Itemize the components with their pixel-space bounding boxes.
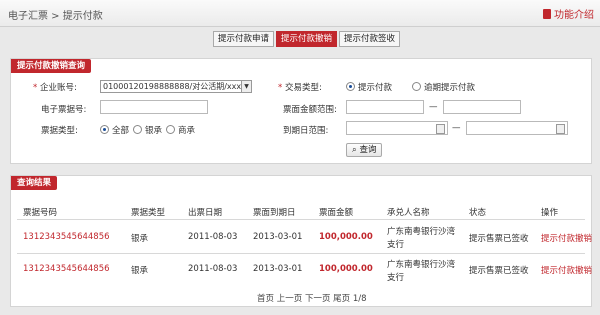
radio-checked-icon bbox=[346, 82, 355, 91]
search-button[interactable]: ⌕ 查询 bbox=[346, 143, 383, 157]
radio-unchecked-icon bbox=[412, 82, 421, 91]
col-header-status: 状态 bbox=[469, 208, 487, 218]
col-header-due-date: 票面到期日 bbox=[253, 208, 296, 218]
bill-type-all-radio[interactable]: 全部 bbox=[100, 124, 129, 136]
bill-type-commercial-radio[interactable]: 商承 bbox=[166, 124, 195, 136]
row-due-date: 2013-03-01 bbox=[253, 264, 303, 274]
radio-unchecked-icon bbox=[166, 125, 175, 134]
due-end-input[interactable] bbox=[466, 121, 568, 135]
query-panel: 提示付款撤销查询 * 企业账号: 01000120198888888/对公活期/… bbox=[10, 58, 592, 164]
divider bbox=[17, 253, 585, 254]
trade-type-label: * 交易类型: bbox=[278, 83, 322, 93]
tab-payment-revoke[interactable]: 提示付款撤销 bbox=[276, 31, 338, 47]
row-status: 提示售票已签收 bbox=[469, 266, 529, 276]
row-status: 提示售票已签收 bbox=[469, 234, 529, 244]
pager-page: 1/8 bbox=[352, 294, 367, 304]
account-select[interactable]: 01000120198888888/对公活期/xxx公司 ▼ bbox=[100, 80, 252, 93]
row-acceptor-line1: 广东南粤银行沙湾 bbox=[387, 227, 456, 237]
pager-next[interactable]: 下一页 bbox=[305, 294, 331, 304]
pager-first[interactable]: 首页 bbox=[257, 294, 274, 304]
bill-type-bank-radio[interactable]: 银承 bbox=[133, 124, 162, 136]
radio-unchecked-icon bbox=[133, 125, 142, 134]
range-separator: — bbox=[452, 123, 461, 133]
bill-no-label: 电子票据号: bbox=[41, 105, 87, 115]
tab-bar: 提示付款申请 提示付款撤销 提示付款签收 bbox=[213, 31, 402, 47]
pager: 首页 上一页 下一页 尾页 1/8 bbox=[257, 292, 367, 304]
col-header-amount: 票面金额 bbox=[319, 208, 354, 218]
breadcrumb: 电子汇票 > 提示付款 bbox=[8, 11, 103, 22]
row-bill-no-link[interactable]: 1312343545644856 bbox=[23, 264, 110, 274]
account-label: * 企业账号: bbox=[33, 83, 77, 93]
help-link[interactable]: 功能介绍 bbox=[543, 6, 594, 21]
col-header-bill-no: 票据号码 bbox=[23, 208, 58, 218]
results-panel: 查询结果 票据号码 票据类型 出票日期 票面到期日 票面金额 承兑人名称 状态 … bbox=[10, 175, 592, 307]
range-separator: — bbox=[429, 102, 438, 112]
due-range-label: 到期日范围: bbox=[283, 126, 329, 136]
row-amount: 100,000.00 bbox=[319, 264, 373, 274]
col-header-issue-date: 出票日期 bbox=[188, 208, 223, 218]
row-acceptor-line2: 支行 bbox=[387, 273, 405, 283]
calendar-icon[interactable] bbox=[436, 124, 445, 134]
trade-type-overdue-radio[interactable]: 逾期提示付款 bbox=[412, 81, 475, 93]
row-acceptor-line2: 支行 bbox=[387, 240, 405, 250]
col-header-action: 操作 bbox=[541, 208, 559, 218]
chevron-down-icon: ▼ bbox=[241, 81, 251, 92]
row-issue-date: 2011-08-03 bbox=[188, 232, 238, 242]
row-type: 银承 bbox=[131, 266, 149, 276]
query-panel-title: 提示付款撤销查询 bbox=[11, 59, 92, 73]
row-due-date: 2013-03-01 bbox=[253, 232, 303, 242]
search-icon: ⌕ bbox=[352, 145, 357, 155]
row-type: 银承 bbox=[131, 234, 149, 244]
row-action-link[interactable]: 提示付款撤销 bbox=[541, 264, 592, 276]
account-value: 01000120198888888/对公活期/xxx公司 bbox=[103, 82, 252, 91]
results-panel-title: 查询结果 bbox=[11, 176, 58, 190]
radio-checked-icon bbox=[100, 125, 109, 134]
row-action-link[interactable]: 提示付款撤销 bbox=[541, 232, 592, 244]
help-label: 功能介绍 bbox=[554, 10, 594, 21]
bill-no-input[interactable] bbox=[100, 100, 208, 114]
amount-max-input[interactable] bbox=[443, 100, 521, 114]
due-start-input[interactable] bbox=[346, 121, 448, 135]
tab-payment-apply[interactable]: 提示付款申请 bbox=[213, 31, 275, 47]
col-header-acceptor: 承兑人名称 bbox=[387, 208, 430, 218]
trade-type-payment-radio[interactable]: 提示付款 bbox=[346, 81, 392, 93]
row-amount: 100,000.00 bbox=[319, 232, 373, 242]
calendar-icon[interactable] bbox=[556, 124, 565, 134]
tab-payment-sign[interactable]: 提示付款签收 bbox=[339, 31, 401, 47]
row-acceptor-line1: 广东南粤银行沙湾 bbox=[387, 260, 456, 270]
book-icon bbox=[543, 9, 551, 19]
row-bill-no-link[interactable]: 1312343545644856 bbox=[23, 232, 110, 242]
pager-prev[interactable]: 上一页 bbox=[277, 294, 303, 304]
pager-last[interactable]: 尾页 bbox=[333, 294, 350, 304]
col-header-type: 票据类型 bbox=[131, 208, 166, 218]
divider bbox=[17, 219, 585, 220]
amount-range-label: 票面金额范围: bbox=[283, 105, 337, 115]
bill-type-label: 票据类型: bbox=[41, 126, 78, 136]
row-issue-date: 2011-08-03 bbox=[188, 264, 238, 274]
amount-min-input[interactable] bbox=[346, 100, 424, 114]
